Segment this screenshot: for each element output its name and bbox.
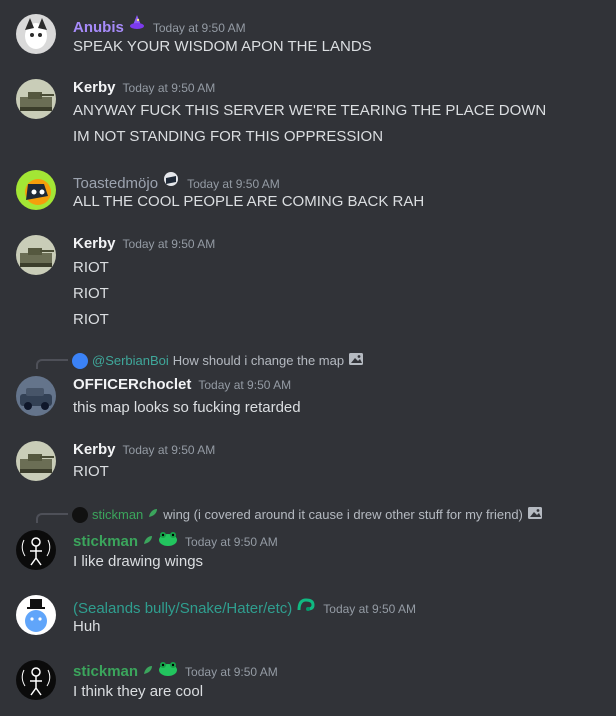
avatar[interactable] — [16, 660, 56, 700]
reply-avatar — [72, 506, 88, 523]
reply-text: How should i change the map — [172, 353, 345, 368]
message-text: RIOT — [73, 463, 109, 480]
image-icon — [527, 506, 543, 523]
message-text: RIOT — [73, 285, 109, 302]
timestamp: Today at 9:50 AM — [185, 665, 278, 679]
avatar[interactable] — [16, 235, 56, 275]
username[interactable]: OFFICERchoclet — [73, 376, 191, 393]
avatar[interactable] — [16, 376, 56, 416]
avatar[interactable] — [16, 530, 56, 570]
username[interactable]: (Sealands bully/Snake/Hater/etc) — [73, 600, 292, 617]
avatar[interactable] — [16, 79, 56, 119]
avatar[interactable] — [16, 170, 56, 210]
frog-badge-icon — [158, 660, 178, 681]
timestamp: Today at 9:50 AM — [122, 81, 216, 95]
timestamp: Today at 9:50 AM — [187, 177, 280, 191]
message-text: RIOT — [73, 311, 109, 328]
username[interactable]: Toastedmöjo — [73, 175, 158, 192]
message-text: I think they are cool — [73, 683, 204, 700]
message-text: IM NOT STANDING FOR THIS OPPRESSION — [73, 128, 384, 145]
frog-badge-icon — [158, 530, 178, 551]
leaf-badge-icon — [147, 507, 159, 522]
timestamp: Today at 9:50 AM — [122, 237, 216, 251]
avatar[interactable] — [16, 14, 56, 54]
reply-preview[interactable]: @SerbianBoi How should i change the map — [72, 352, 364, 369]
message-text: SPEAK YOUR WISDOM APON THE LANDS — [73, 38, 372, 55]
timestamp: Today at 9:50 AM — [198, 378, 292, 392]
username[interactable]: stickman — [73, 663, 138, 680]
timestamp: Today at 9:50 AM — [185, 535, 278, 549]
username[interactable]: Kerby — [73, 441, 116, 458]
reply-text: wing (i covered around it cause i drew o… — [163, 507, 523, 522]
timestamp: Today at 9:50 AM — [152, 21, 246, 35]
message-text: ANYWAY FUCK THIS SERVER WE'RE TEARING TH… — [73, 102, 547, 119]
username[interactable]: Kerby — [73, 79, 116, 96]
avatar[interactable] — [16, 441, 56, 481]
leaf-badge-icon — [142, 663, 154, 681]
timestamp: Today at 9:50 AM — [323, 602, 417, 616]
reply-avatar — [72, 352, 88, 369]
message-text: RIOT — [73, 259, 109, 276]
wizard-badge-icon — [128, 14, 146, 37]
snake-badge-icon — [296, 595, 316, 618]
leaf-badge-icon — [142, 533, 154, 551]
reply-mention[interactable]: @SerbianBoi — [92, 353, 169, 368]
image-icon — [348, 352, 364, 369]
message-text: ALL THE COOL PEOPLE ARE COMING BACK RAH — [73, 193, 425, 210]
reply-mention[interactable]: stickman — [92, 507, 143, 522]
reply-preview[interactable]: stickman wing (i covered around it cause… — [72, 506, 543, 523]
reply-spine — [36, 359, 68, 369]
username[interactable]: stickman — [73, 533, 138, 550]
avatar[interactable] — [16, 595, 56, 635]
username[interactable]: Anubis — [73, 19, 124, 36]
timestamp: Today at 9:50 AM — [122, 443, 216, 457]
message-text: Huh — [73, 618, 101, 635]
message-text: this map looks so fucking retarded — [73, 399, 301, 416]
username[interactable]: Kerby — [73, 235, 116, 252]
message-text: I like drawing wings — [73, 553, 204, 570]
reply-spine — [36, 513, 68, 523]
hacker-badge-icon — [162, 170, 180, 193]
